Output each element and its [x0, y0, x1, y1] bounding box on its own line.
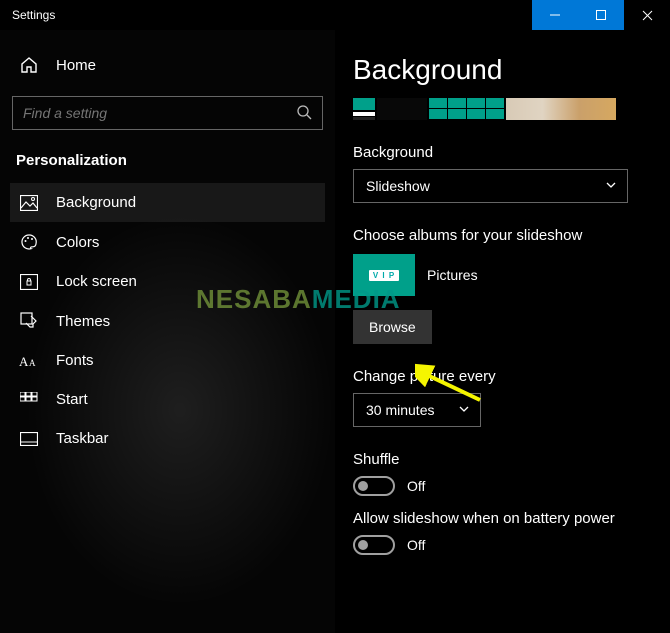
chevron-down-icon [605, 178, 617, 194]
album-item[interactable]: V I P Pictures [353, 254, 652, 296]
search-icon [296, 104, 312, 123]
background-dropdown[interactable]: Slideshow [353, 169, 628, 203]
svg-text:A: A [29, 358, 36, 368]
themes-icon [18, 312, 40, 330]
dropdown-value: 30 minutes [366, 402, 434, 418]
theme-preview-tile[interactable] [353, 98, 375, 120]
palette-icon [18, 233, 40, 251]
sidebar-item-label: Background [56, 194, 136, 211]
change-every-label: Change picture every [353, 368, 652, 385]
main-panel: Background Background Slideshow Choose a… [335, 30, 670, 633]
page-title: Background [353, 54, 652, 86]
shuffle-state: Off [407, 478, 425, 494]
change-every-dropdown[interactable]: 30 minutes [353, 393, 481, 427]
titlebar: Settings [0, 0, 670, 30]
sidebar: Home Personalization Background Colors [0, 30, 335, 633]
albums-label: Choose albums for your slideshow [353, 227, 652, 244]
start-icon [18, 392, 40, 408]
home-icon [18, 56, 40, 74]
search-input[interactable] [23, 105, 296, 121]
theme-preview-tile[interactable] [377, 98, 427, 120]
shuffle-toggle[interactable] [353, 476, 395, 496]
svg-text:A: A [19, 354, 29, 369]
album-name: Pictures [427, 267, 478, 283]
home-label: Home [56, 57, 96, 74]
album-thumb: V I P [353, 254, 415, 296]
theme-preview-strip [353, 98, 652, 120]
category-header: Personalization [10, 136, 325, 183]
sidebar-item-label: Taskbar [56, 430, 109, 447]
sidebar-item-start[interactable]: Start [10, 380, 325, 419]
sidebar-item-fonts[interactable]: AA Fonts [10, 341, 325, 380]
sidebar-item-label: Lock screen [56, 273, 137, 290]
home-nav[interactable]: Home [10, 48, 325, 82]
battery-label: Allow slideshow when on battery power [353, 510, 652, 527]
close-button[interactable] [624, 0, 670, 30]
sidebar-item-taskbar[interactable]: Taskbar [10, 419, 325, 458]
sidebar-item-colors[interactable]: Colors [10, 222, 325, 262]
sidebar-item-label: Fonts [56, 352, 94, 369]
sidebar-item-background[interactable]: Background [10, 183, 325, 222]
chevron-down-icon [458, 402, 470, 418]
theme-preview-tile[interactable] [506, 98, 616, 120]
battery-toggle[interactable] [353, 535, 395, 555]
search-box[interactable] [12, 96, 323, 130]
window-title: Settings [12, 8, 55, 22]
sidebar-item-lockscreen[interactable]: Lock screen [10, 262, 325, 301]
taskbar-icon [18, 432, 40, 446]
dropdown-value: Slideshow [366, 178, 430, 194]
minimize-button[interactable] [532, 0, 578, 30]
maximize-button[interactable] [578, 0, 624, 30]
background-label: Background [353, 144, 652, 161]
browse-button[interactable]: Browse [353, 310, 432, 344]
sidebar-item-label: Start [56, 391, 88, 408]
browse-label: Browse [369, 319, 416, 335]
picture-icon [18, 195, 40, 211]
sidebar-item-label: Colors [56, 234, 99, 251]
lockscreen-icon [18, 274, 40, 290]
sidebar-item-label: Themes [56, 313, 110, 330]
theme-preview-tile[interactable] [429, 98, 504, 120]
fonts-icon: AA [18, 353, 40, 369]
shuffle-label: Shuffle [353, 451, 652, 468]
battery-state: Off [407, 537, 425, 553]
sidebar-item-themes[interactable]: Themes [10, 301, 325, 341]
